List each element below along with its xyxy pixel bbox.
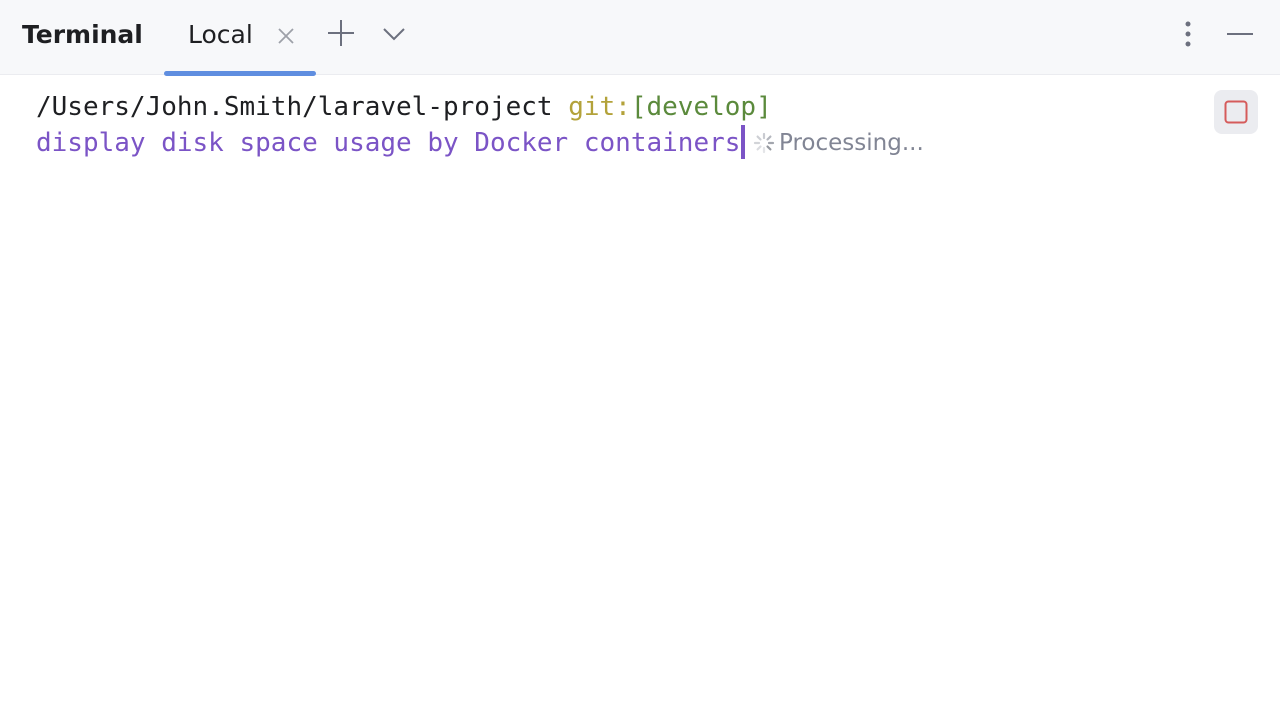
processing-status: Processing... — [779, 130, 924, 156]
git-branch: [develop] — [630, 92, 772, 122]
command-input[interactable]: display disk space usage by Docker conta… — [36, 128, 740, 158]
git-label: git: — [568, 92, 631, 122]
terminal-output[interactable]: /Users/John.Smith/laravel-project git:[d… — [0, 76, 1280, 720]
minimize-icon[interactable] — [1224, 20, 1256, 48]
tool-window-title: Terminal — [22, 20, 143, 49]
stop-icon — [1224, 100, 1248, 124]
tab-label: Local — [188, 20, 253, 49]
terminal-toolbar: Terminal Local — [0, 0, 1280, 76]
command-line[interactable]: display disk space usage by Docker conta… — [36, 125, 746, 161]
chevron-down-icon[interactable] — [380, 20, 408, 48]
text-cursor — [741, 125, 746, 159]
working-directory: /Users/John.Smith/laravel-project — [36, 92, 553, 122]
more-vertical-icon[interactable] — [1176, 18, 1200, 50]
spinner-icon — [753, 132, 775, 154]
prompt-line: /Users/John.Smith/laravel-project git:[d… — [36, 89, 772, 125]
processing-indicator: Processing... — [753, 125, 924, 161]
tab-local[interactable]: Local — [164, 0, 316, 76]
stop-button[interactable] — [1214, 90, 1258, 134]
close-icon[interactable] — [276, 26, 296, 46]
plus-icon[interactable] — [325, 17, 357, 49]
